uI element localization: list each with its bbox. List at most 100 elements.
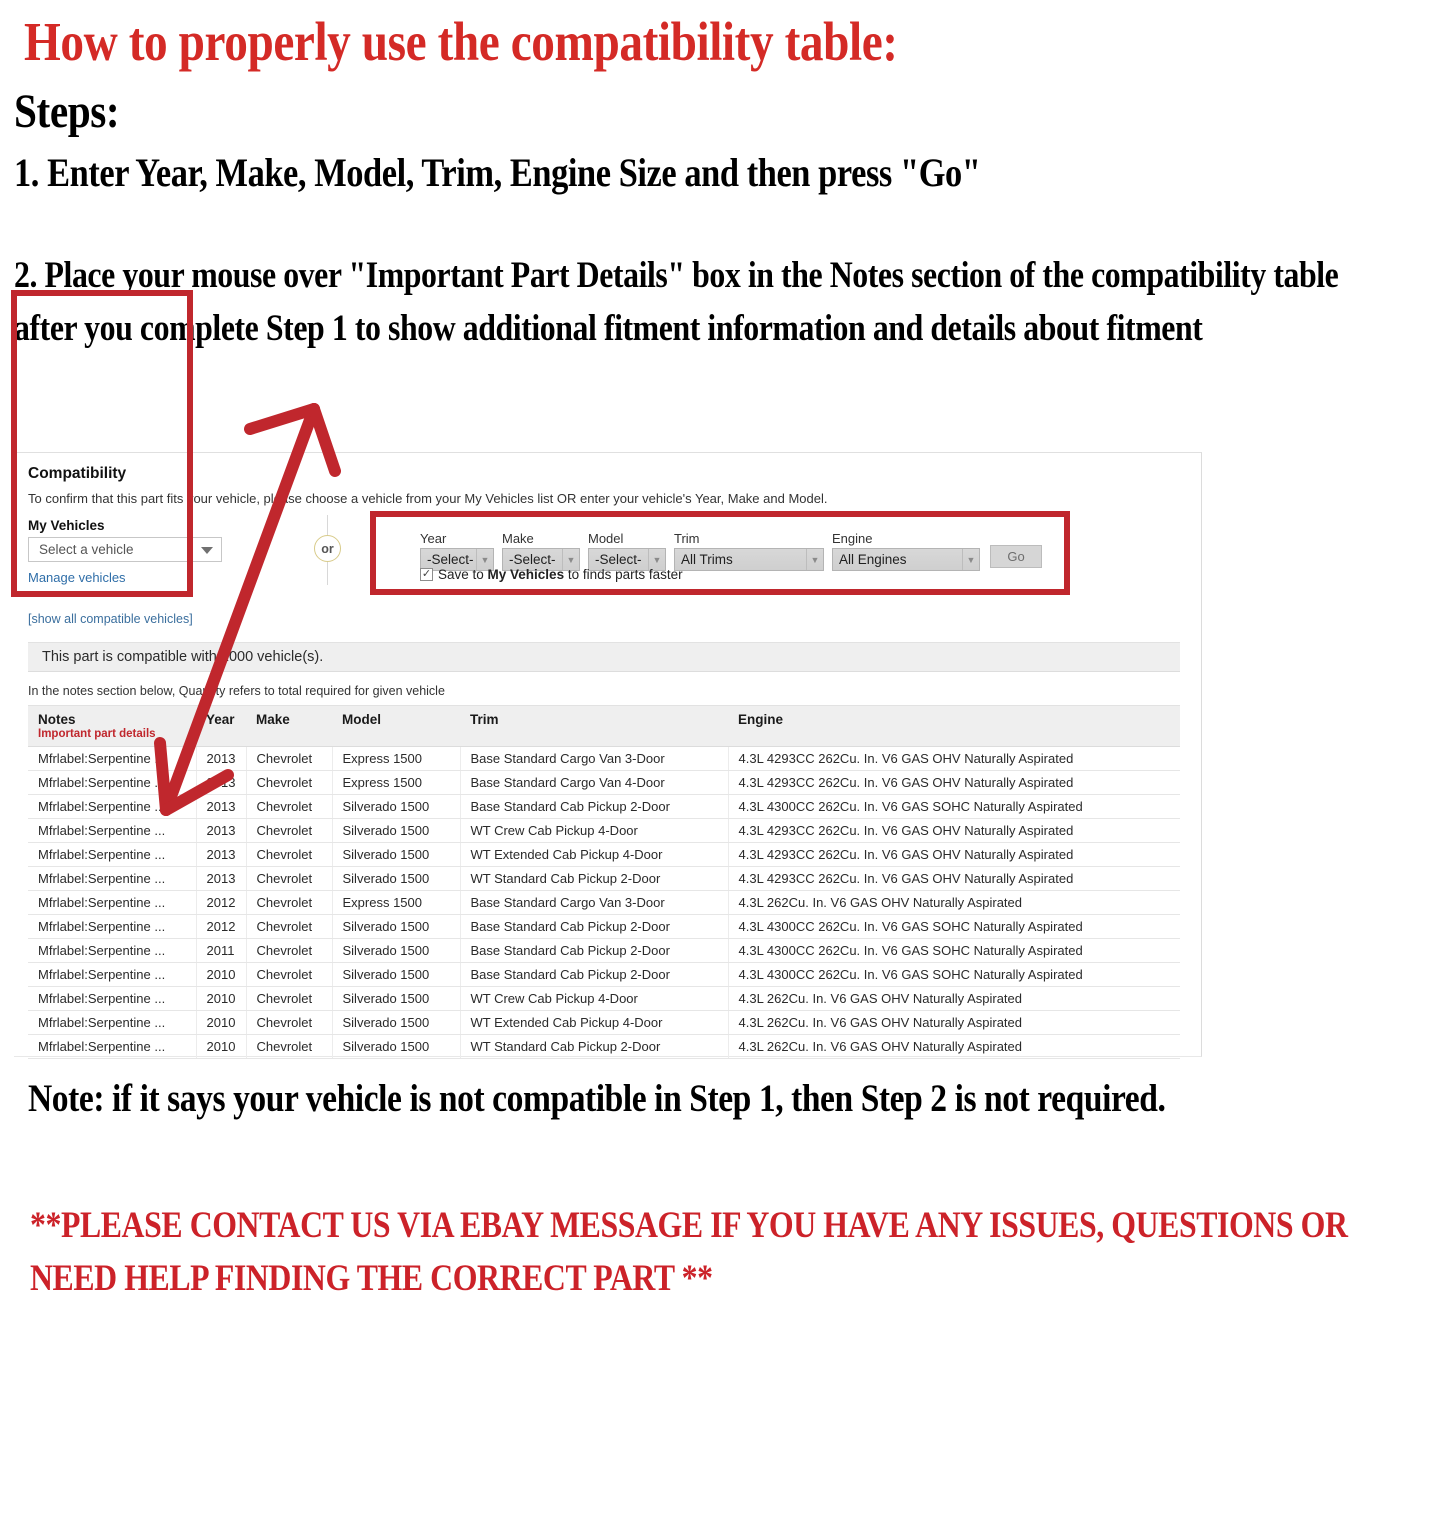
model-value: -Select- (595, 552, 642, 567)
cell-notes[interactable]: Mfrlabel:Serpentine ... (28, 914, 197, 939)
cell-make: Chevrolet (246, 1034, 333, 1059)
cell-notes[interactable]: Mfrlabel:Serpentine ... (28, 938, 197, 963)
cell-make: Chevrolet (246, 938, 333, 963)
cell-year: 2010 (196, 1034, 247, 1059)
page-title: How to properly use the compatibility ta… (24, 11, 898, 72)
my-vehicles-select[interactable]: Select a vehicle (28, 537, 222, 562)
show-all-compatible-vehicles-link[interactable]: [show all compatible vehicles] (28, 612, 193, 626)
cell-year: 2012 (196, 914, 247, 939)
cell-year: 2013 (196, 746, 247, 771)
cell-trim: WT Extended Cab Pickup 4-Door (460, 842, 729, 867)
cell-notes[interactable]: Mfrlabel:Serpentine ... (28, 986, 197, 1011)
header-notes-sublabel: Important part details (38, 728, 156, 740)
table-row[interactable]: Mfrlabel:Serpentine ... 2011 Chevrolet Silv… (28, 938, 1180, 963)
cell-model: Silverado 1500 (332, 914, 461, 939)
table-row[interactable]: Mfrlabel:Serpentine ... 2013 Chevrolet Expr… (28, 746, 1180, 771)
cell-notes[interactable]: Mfrlabel:Serpentine ... (28, 770, 197, 795)
or-separator: or (310, 515, 346, 585)
trim-dropdown[interactable]: All Trims ▼ (674, 548, 824, 571)
year-field[interactable]: Year -Select- ▼ (420, 531, 494, 571)
or-badge: or (314, 535, 341, 562)
cell-notes[interactable]: Mfrlabel:Serpentine ... (28, 794, 197, 819)
table-header-row: Notes Important part details Year Make M… (28, 705, 1180, 747)
cell-engine: 4.3L 262Cu. In. V6 GAS OHV Naturally Asp… (728, 1010, 1180, 1035)
cell-model: Silverado 1500 (332, 962, 461, 987)
year-label: Year (420, 531, 447, 546)
cell-engine: 4.3L 262Cu. In. V6 GAS OHV Naturally Asp… (728, 890, 1180, 915)
cell-model: Silverado 1500 (332, 938, 461, 963)
table-row[interactable]: Mfrlabel:Serpentine ... 2013 Chevrolet Silv… (28, 818, 1180, 843)
compatibility-table: Notes Important part details Year Make M… (28, 705, 1180, 1059)
cell-notes[interactable]: Mfrlabel:Serpentine ... (28, 962, 197, 987)
engine-field[interactable]: Engine All Engines ▼ (832, 531, 980, 571)
cell-model: Express 1500 (332, 890, 461, 915)
table-row[interactable]: Mfrlabel:Serpentine ... 2010 Chevrolet Silv… (28, 962, 1180, 987)
cell-model: Express 1500 (332, 770, 461, 795)
header-model[interactable]: Model (332, 705, 460, 747)
cell-notes[interactable]: Mfrlabel:Serpentine ... (28, 746, 197, 771)
cell-make: Chevrolet (246, 770, 333, 795)
save-to-my-vehicles-row[interactable]: ✓ Save to My Vehicles to finds parts fas… (420, 567, 683, 582)
cell-engine: 4.3L 4293CC 262Cu. In. V6 GAS OHV Natura… (728, 770, 1180, 795)
header-year[interactable]: Year (196, 705, 246, 747)
model-field[interactable]: Model -Select- ▼ (588, 531, 666, 571)
cell-trim: WT Extended Cab Pickup 4-Door (460, 1010, 729, 1035)
table-row[interactable]: Mfrlabel:Serpentine ... 2012 Chevrolet Silv… (28, 914, 1180, 939)
compatibility-status-bar: This part is compatible with 1000 vehicl… (28, 642, 1180, 672)
table-bottom-fade (28, 1505, 1218, 1515)
header-make[interactable]: Make (246, 705, 332, 747)
table-row[interactable]: Mfrlabel:Serpentine ... 2010 Chevrolet Silv… (28, 1034, 1180, 1059)
cell-make: Chevrolet (246, 794, 333, 819)
step-1-text: 1. Enter Year, Make, Model, Trim, Engine… (14, 150, 981, 195)
table-row[interactable]: Mfrlabel:Serpentine ... 2013 Chevrolet Silv… (28, 866, 1180, 891)
note-text: Note: if it says your vehicle is not com… (28, 1077, 1166, 1120)
cell-trim: Base Standard Cab Pickup 2-Door (460, 938, 729, 963)
manage-vehicles-link[interactable]: Manage vehicles (28, 570, 126, 585)
my-vehicles-label: My Vehicles (28, 518, 105, 533)
cell-make: Chevrolet (246, 914, 333, 939)
header-trim[interactable]: Trim (460, 705, 728, 747)
compatibility-heading: Compatibility (28, 465, 127, 482)
cell-make: Chevrolet (246, 1010, 333, 1035)
cell-trim: WT Standard Cab Pickup 2-Door (460, 1034, 729, 1059)
header-notes[interactable]: Notes Important part details (28, 705, 196, 747)
trim-field[interactable]: Trim All Trims ▼ (674, 531, 824, 571)
table-row[interactable]: Mfrlabel:Serpentine ... 2013 Chevrolet Silv… (28, 842, 1180, 867)
table-row[interactable]: Mfrlabel:Serpentine ... 2010 Chevrolet Silv… (28, 1010, 1180, 1035)
cell-year: 2013 (196, 794, 247, 819)
cell-notes[interactable]: Mfrlabel:Serpentine ... (28, 890, 197, 915)
table-row[interactable]: Mfrlabel:Serpentine ... 2012 Chevrolet Expr… (28, 890, 1180, 915)
cell-make: Chevrolet (246, 818, 333, 843)
table-row[interactable]: Mfrlabel:Serpentine ... 2013 Chevrolet Silv… (28, 794, 1180, 819)
cell-year: 2013 (196, 770, 247, 795)
my-vehicles-select-value: Select a vehicle (39, 542, 134, 557)
save-checkbox[interactable]: ✓ (420, 568, 433, 581)
cell-year: 2010 (196, 986, 247, 1011)
header-notes-label: Notes (38, 712, 76, 727)
cell-trim: Base Standard Cargo Van 3-Door (460, 890, 729, 915)
table-row[interactable]: Mfrlabel:Serpentine ... 2013 Chevrolet Expr… (28, 770, 1180, 795)
header-engine[interactable]: Engine (728, 705, 1180, 747)
cell-model: Silverado 1500 (332, 1010, 461, 1035)
cell-notes[interactable]: Mfrlabel:Serpentine ... (28, 842, 197, 867)
cell-notes[interactable]: Mfrlabel:Serpentine ... (28, 866, 197, 891)
cell-make: Chevrolet (246, 842, 333, 867)
compatibility-table-body: Mfrlabel:Serpentine ... 2013 Chevrolet Expr… (28, 746, 1180, 1059)
cell-year: 2010 (196, 1010, 247, 1035)
compatibility-subtitle: To confirm that this part fits your vehi… (28, 491, 828, 506)
cell-notes[interactable]: Mfrlabel:Serpentine ... (28, 818, 197, 843)
trim-value: All Trims (681, 552, 733, 567)
cell-trim: Base Standard Cab Pickup 2-Door (460, 914, 729, 939)
cell-make: Chevrolet (246, 962, 333, 987)
cell-model: Express 1500 (332, 746, 461, 771)
make-field[interactable]: Make -Select- ▼ (502, 531, 580, 571)
table-row[interactable]: Mfrlabel:Serpentine ... 2010 Chevrolet Silv… (28, 986, 1180, 1011)
vehicle-finder-highlight-box: Year -Select- ▼ Make -Select- ▼ Model -S… (370, 511, 1070, 595)
cell-notes[interactable]: Mfrlabel:Serpentine ... (28, 1010, 197, 1035)
cell-notes[interactable]: Mfrlabel:Serpentine ... (28, 1034, 197, 1059)
cell-trim: Base Standard Cab Pickup 2-Door (460, 962, 729, 987)
cell-engine: 4.3L 262Cu. In. V6 GAS OHV Naturally Asp… (728, 1034, 1180, 1059)
cell-trim: WT Standard Cab Pickup 2-Door (460, 866, 729, 891)
engine-dropdown[interactable]: All Engines ▼ (832, 548, 980, 571)
go-button[interactable]: Go (990, 545, 1042, 568)
